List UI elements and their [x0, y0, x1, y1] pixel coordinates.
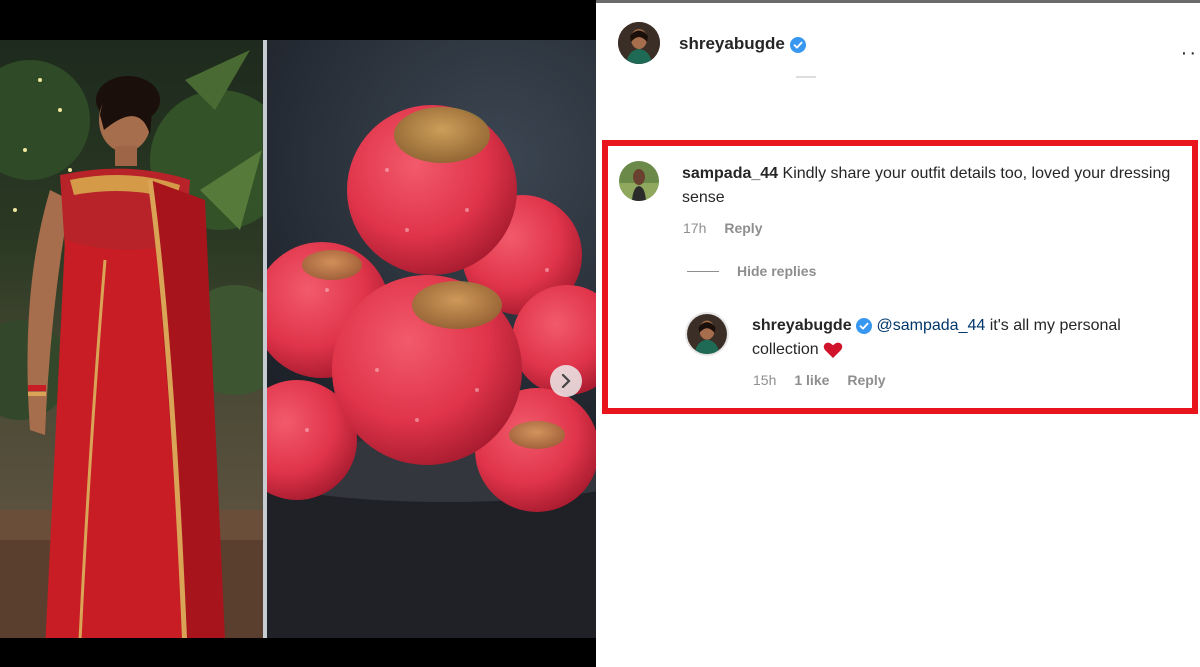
verified-badge-icon [789, 36, 806, 53]
comment-author-username[interactable]: sampada_44 [682, 165, 778, 182]
reply-meta: 15h 1 like Reply [753, 372, 886, 388]
verified-badge-icon [856, 317, 873, 334]
carousel-next-button[interactable] [550, 365, 582, 397]
woman-in-red-saree-illustration [0, 50, 263, 638]
comment-time[interactable]: 17h [683, 220, 706, 236]
profile-photo [618, 22, 660, 64]
reply-author-profile-photo [687, 314, 727, 354]
avatar[interactable] [618, 22, 660, 64]
more-options-icon[interactable]: ·· [1181, 42, 1198, 65]
reply-button[interactable]: Reply [724, 220, 762, 236]
post-header: shreyabugde ·· [596, 4, 1200, 80]
post-media-panel [0, 0, 596, 667]
reply-likes-count[interactable]: 1 like [794, 372, 829, 388]
reply-text: shreyabugde @sampada_44 it's all my pers… [752, 314, 1172, 362]
username-text[interactable]: shreyabugde [679, 34, 785, 53]
hide-replies-label[interactable]: Hide replies [737, 263, 816, 279]
hide-replies-button[interactable]: Hide replies [687, 263, 816, 279]
header-divider [796, 76, 816, 78]
avatar[interactable] [685, 312, 729, 356]
comment-meta: 17h Reply [683, 220, 762, 236]
laddoo-photo [267, 40, 596, 638]
red-laddoos-in-bowl-illustration [267, 105, 596, 638]
post-image-collage [0, 40, 596, 638]
reply-mention-link[interactable]: @sampada_44 [877, 317, 986, 334]
reply-time[interactable]: 15h [753, 372, 776, 388]
commenter-profile-photo [619, 161, 659, 201]
reply-button[interactable]: Reply [847, 372, 885, 388]
avatar[interactable] [619, 161, 659, 201]
comment-text: sampada_44 Kindly share your outfit deta… [682, 162, 1172, 210]
saree-photo [0, 40, 263, 638]
reply-author-username[interactable]: shreyabugde [752, 317, 852, 334]
next-arrow-icon [561, 374, 571, 388]
hide-replies-line [687, 270, 719, 272]
post-author-username[interactable]: shreyabugde [679, 34, 806, 54]
red-heart-icon [823, 342, 843, 358]
top-strip-edge [596, 0, 1200, 3]
